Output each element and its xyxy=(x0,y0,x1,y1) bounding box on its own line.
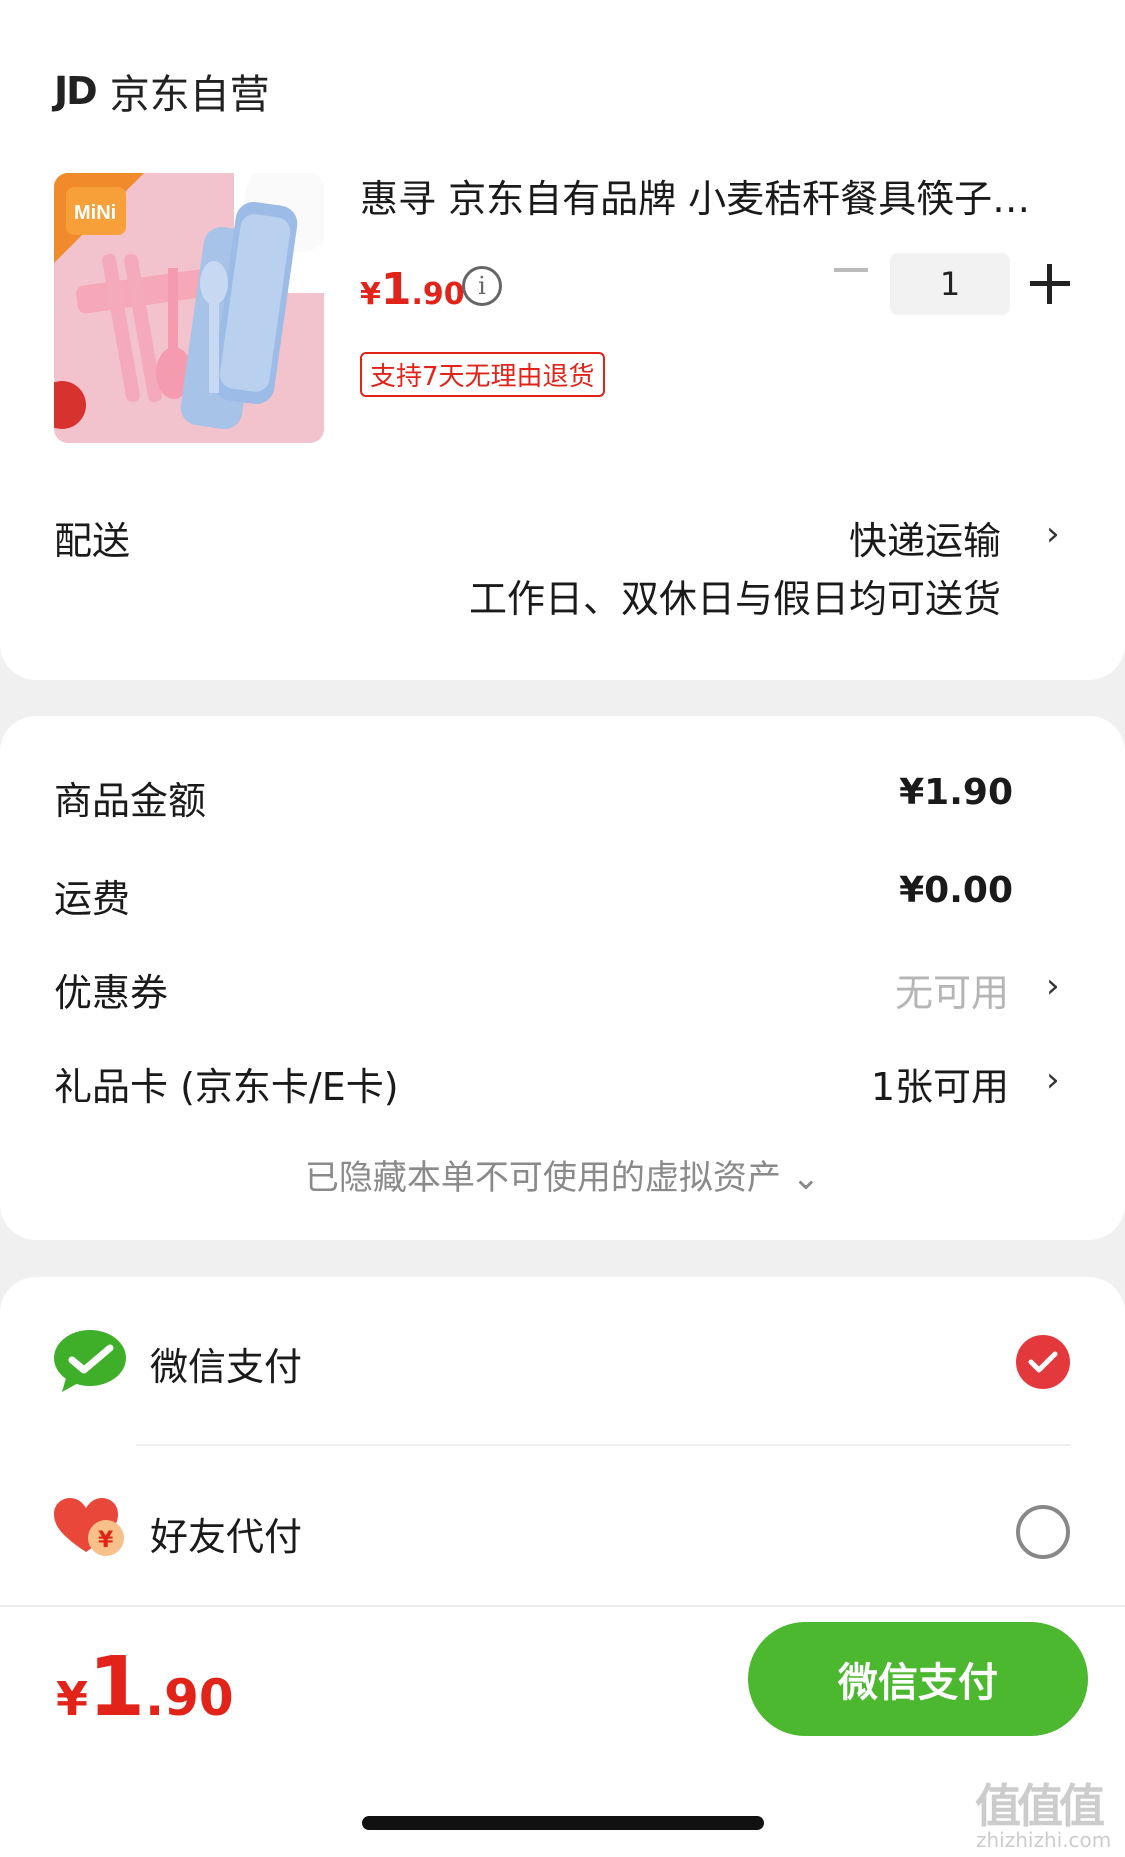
product-image[interactable]: MiNi xyxy=(54,173,324,443)
svg-text:MiNi: MiNi xyxy=(74,202,116,224)
coupon-value[interactable]: 无可用 xyxy=(895,962,1009,1017)
friend-pay-label[interactable]: 好友代付 xyxy=(150,1506,302,1561)
shipping-value: ¥0.00 xyxy=(899,870,1013,911)
delivery-method[interactable]: 快递运输 xyxy=(849,510,1001,565)
giftcard-chevron-icon[interactable]: › xyxy=(1046,1060,1060,1100)
shipping-label: 运费 xyxy=(54,877,131,921)
store-name: 京东自营 xyxy=(109,72,270,118)
hidden-assets-toggle[interactable]: 已隐藏本单不可使用的虚拟资产 ⌄ xyxy=(0,1150,1125,1199)
payment-divider xyxy=(136,1444,1071,1446)
friend-pay-radio[interactable] xyxy=(1016,1505,1070,1559)
goods-amount-value: ¥1.90 xyxy=(899,772,1013,813)
watermark-site: zhizhizhi.com xyxy=(976,1828,1112,1852)
store-header[interactable]: JD 京东自营 xyxy=(54,62,270,120)
check-icon xyxy=(1028,1351,1058,1373)
wechat-pay-icon xyxy=(52,1328,128,1398)
pay-button[interactable]: 微信支付 xyxy=(748,1622,1088,1736)
wechat-pay-radio[interactable] xyxy=(1016,1335,1070,1389)
watermark: 值值值 xyxy=(975,1779,1105,1833)
product-price: ¥ 1 .90 xyxy=(360,264,465,315)
giftcard-value[interactable]: 1张可用 xyxy=(871,1056,1009,1111)
info-icon[interactable]: i xyxy=(462,266,502,306)
total-price: ¥ 1 .90 xyxy=(56,1640,234,1735)
quantity-minus-button[interactable] xyxy=(834,268,868,272)
wechat-pay-label[interactable]: 微信支付 xyxy=(150,1336,302,1391)
home-indicator[interactable] xyxy=(362,1816,764,1830)
coupon-chevron-icon[interactable]: › xyxy=(1046,966,1060,1006)
friend-pay-yen: ¥ xyxy=(98,1528,114,1553)
product-title[interactable]: 惠寻 京东自有品牌 小麦秸秆餐具筷子… xyxy=(360,168,1030,223)
quantity-input[interactable]: 1 xyxy=(890,253,1010,315)
quantity-plus-button[interactable] xyxy=(1030,264,1070,304)
friend-pay-icon xyxy=(52,1496,128,1562)
jd-logo: JD xyxy=(54,69,98,113)
goods-amount-label: 商品金额 xyxy=(54,779,207,823)
return-policy-badge: 支持7天无理由退货 xyxy=(360,352,605,397)
product-photo-icon: MiNi xyxy=(54,173,324,443)
coupon-label[interactable]: 优惠券 xyxy=(54,962,168,1017)
delivery-schedule: 工作日、双休日与假日均可送货 xyxy=(468,577,1001,621)
delivery-chevron-icon[interactable]: › xyxy=(1046,514,1060,554)
delivery-label: 配送 xyxy=(54,519,131,563)
giftcard-label[interactable]: 礼品卡 (京东卡/E卡) xyxy=(54,1056,399,1111)
